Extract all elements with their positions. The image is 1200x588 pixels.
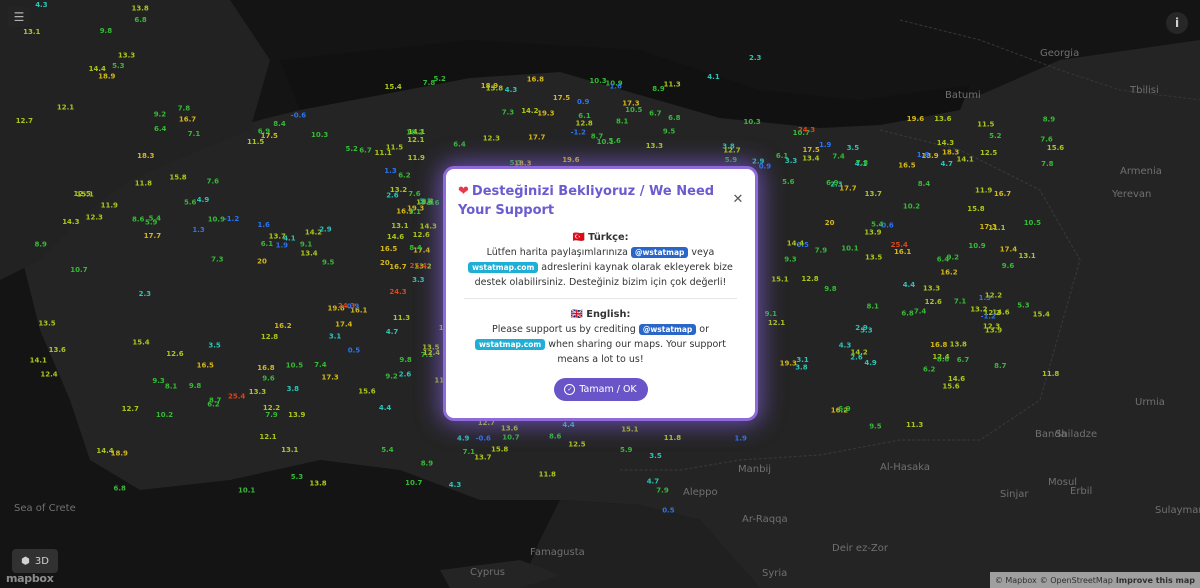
english-text: Please support us by crediting @wstatmap… [458, 322, 743, 367]
dialog-title: ❤ Desteğinizi Bekliyoruz / We Need Your S… [458, 184, 715, 218]
close-button[interactable]: ✕ [731, 193, 745, 207]
heart-icon: ❤ [458, 184, 469, 199]
english-section: 🇬🇧 English: Please support us by crediti… [458, 307, 743, 367]
turkish-heading: 🇹🇷 Türkçe: [572, 232, 629, 243]
ok-button[interactable]: ✓ Tamam / OK [553, 378, 648, 401]
twitter-handle-badge[interactable]: @wstatmap [631, 247, 689, 258]
turkey-flag-icon: 🇹🇷 [572, 232, 585, 243]
website-badge[interactable]: wstatmap.com [475, 339, 546, 350]
section-divider [464, 298, 737, 299]
uk-flag-icon: 🇬🇧 [570, 309, 583, 320]
check-circle-icon: ✓ [564, 384, 576, 395]
support-dialog: ❤ Desteğinizi Bekliyoruz / We Need Your S… [446, 169, 755, 418]
english-heading: 🇬🇧 English: [570, 309, 631, 320]
website-badge[interactable]: wstatmap.com [468, 262, 539, 273]
twitter-handle-badge[interactable]: @wstatmap [638, 324, 697, 335]
turkish-text: Lütfen harita paylaşımlarınıza @wstatmap… [458, 245, 743, 290]
close-icon: ✕ [732, 192, 744, 207]
turkish-section: 🇹🇷 Türkçe: Lütfen harita paylaşımlarınız… [458, 230, 743, 290]
